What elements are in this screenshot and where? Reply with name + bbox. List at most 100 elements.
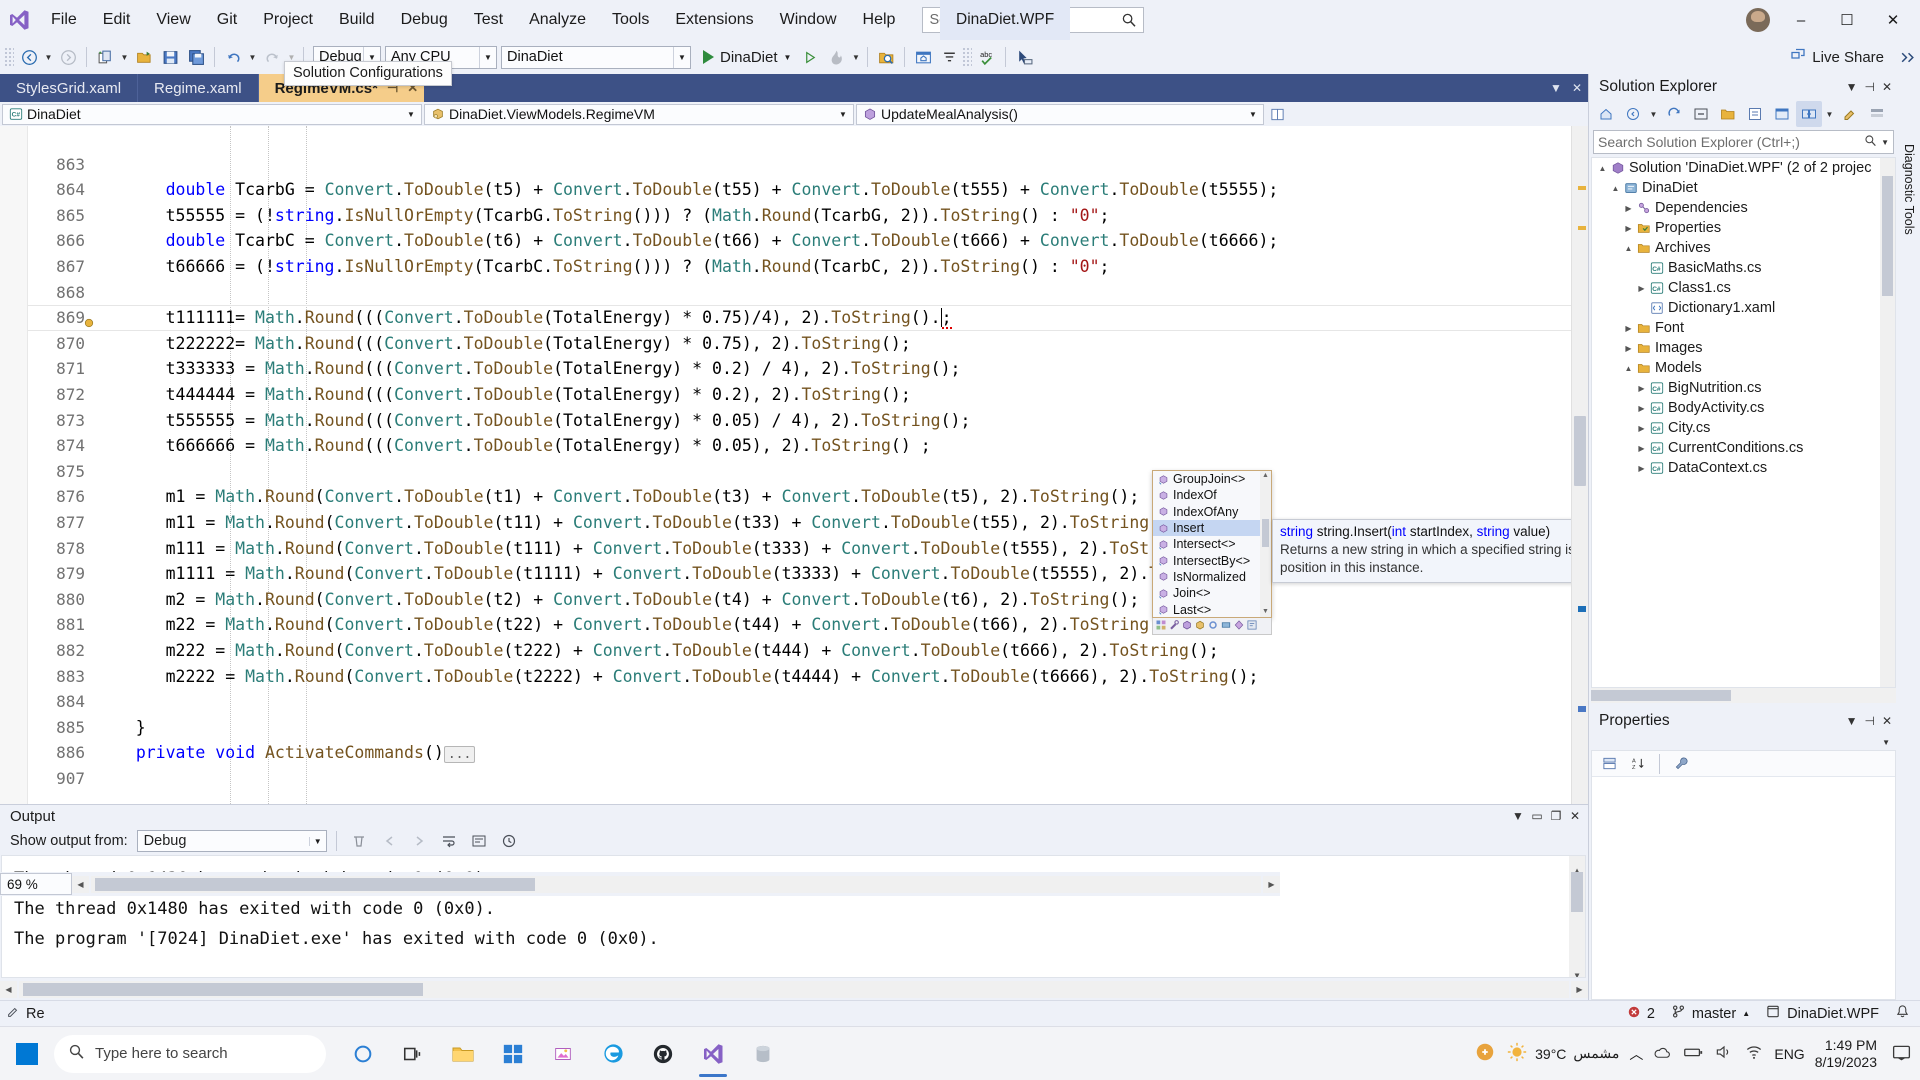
field-filter-icon[interactable]: [1220, 618, 1232, 635]
startup-project-dropdown-icon[interactable]: ▼: [673, 46, 690, 68]
code-line[interactable]: 866 double TcarbC = Convert.ToDouble(t6)…: [0, 228, 1571, 254]
show-output-from-combo[interactable]: Debug ▼: [136, 830, 327, 852]
expand-expander-icon[interactable]: ▶: [1635, 464, 1648, 473]
properties-grid[interactable]: AZ: [1591, 750, 1896, 1000]
code-line[interactable]: [0, 126, 1571, 152]
output-horizontal-scrollbar[interactable]: [19, 980, 1569, 998]
microsoft-store-icon[interactable]: [490, 1030, 536, 1078]
visual-studio-icon[interactable]: [690, 1030, 736, 1078]
save-all-icon[interactable]: [183, 44, 209, 70]
expand-expander-icon[interactable]: ▶: [1635, 284, 1648, 293]
code-line[interactable]: 881 m22 = Math.Round(Convert.ToDouble(t2…: [0, 612, 1571, 638]
property-filter-icon[interactable]: [1168, 618, 1180, 635]
code-line[interactable]: 884: [0, 689, 1571, 715]
menu-git[interactable]: Git: [204, 0, 250, 40]
collapse-all-icon[interactable]: [1688, 101, 1714, 127]
expand-expander-icon[interactable]: ▶: [1635, 444, 1648, 453]
code-line[interactable]: 883 m2222 = Math.Round(Convert.ToDouble(…: [0, 664, 1571, 690]
menu-test[interactable]: Test: [461, 0, 516, 40]
menu-view[interactable]: View: [143, 0, 203, 40]
tree-item[interactable]: ▶ Font: [1592, 318, 1895, 338]
window-minimize-button[interactable]: –: [1778, 0, 1824, 40]
code-line[interactable]: 863: [0, 152, 1571, 178]
prop-pin-icon[interactable]: ⊣: [1864, 714, 1874, 728]
intellisense-item[interactable]: Join<>: [1153, 585, 1271, 601]
menu-window[interactable]: Window: [767, 0, 850, 40]
window-layout-icon[interactable]: [910, 44, 936, 70]
tab-regime-xaml[interactable]: Regime.xaml: [138, 74, 259, 102]
redo-icon[interactable]: [259, 44, 285, 70]
output-dropdown-icon[interactable]: ▼: [1509, 809, 1527, 823]
se-dropdown-icon[interactable]: ▼: [1846, 80, 1858, 94]
vertical-tab-diagnostic-tools[interactable]: Diagnostic Tools: [1901, 138, 1917, 241]
menu-tools[interactable]: Tools: [599, 0, 662, 40]
sql-server-icon[interactable]: [740, 1030, 786, 1078]
show-all-files-icon[interactable]: [1715, 101, 1741, 127]
status-branch[interactable]: master ▲: [1671, 1004, 1750, 1023]
startup-project-combo[interactable]: DinaDiet ▼: [501, 45, 691, 69]
refresh-icon[interactable]: [1661, 101, 1687, 127]
properties-wrench-icon[interactable]: [1668, 751, 1694, 777]
code-line[interactable]: 880 m2 = Math.Round(Convert.ToDouble(t2)…: [0, 587, 1571, 613]
navbar-project-selector[interactable]: C# DinaDiet ▼: [2, 103, 422, 125]
code-line[interactable]: 873 t555555 = Math.Round(((Convert.ToDou…: [0, 408, 1571, 434]
tree-item[interactable]: ▲ DinaDiet: [1592, 178, 1895, 198]
back-forward-dropdown[interactable]: ▼: [1647, 101, 1660, 127]
expand-expander-icon[interactable]: ▶: [1622, 324, 1635, 333]
tree-item[interactable]: ▶ C# BigNutrition.cs: [1592, 378, 1895, 398]
menu-project[interactable]: Project: [250, 0, 326, 40]
volume-icon[interactable]: [1714, 1042, 1734, 1065]
intellisense-scrollbar[interactable]: ▲ ▼: [1260, 471, 1271, 617]
code-line[interactable]: 876 m1 = Math.Round(Convert.ToDouble(t1)…: [0, 484, 1571, 510]
code-line[interactable]: 867 t66666 = (!string.IsNullOrEmpty(Tcar…: [0, 254, 1571, 280]
output-scroll-up-icon[interactable]: ▲: [1569, 856, 1585, 875]
output-hscroll-right-icon[interactable]: ▶: [1571, 980, 1588, 998]
code-line[interactable]: 885 }: [0, 715, 1571, 741]
status-notifications[interactable]: [1895, 1004, 1910, 1023]
go-to-previous-icon[interactable]: [376, 828, 402, 854]
code-line[interactable]: 869 t111111= Math.Round(((Convert.ToDoub…: [0, 305, 1571, 331]
select-element-icon[interactable]: [1011, 44, 1037, 70]
intellisense-item[interactable]: IndexOf: [1153, 487, 1271, 503]
folder-search-icon[interactable]: [873, 44, 899, 70]
expander-icon[interactable]: ▲: [1596, 164, 1609, 173]
menu-debug[interactable]: Debug: [388, 0, 461, 40]
navbar-project-dropdown-icon[interactable]: ▼: [403, 110, 419, 119]
code-line[interactable]: 865 t55555 = (!string.IsNullOrEmpty(Tcar…: [0, 203, 1571, 229]
collapse-expander-icon[interactable]: ▲: [1622, 244, 1635, 253]
collapse-expander-icon[interactable]: ▲: [1609, 184, 1622, 193]
preview-selected-items-icon[interactable]: [1769, 101, 1795, 127]
menu-extensions[interactable]: Extensions: [662, 0, 766, 40]
all-filter-icon[interactable]: [1155, 618, 1167, 635]
output-scroll-thumb[interactable]: [1571, 872, 1583, 912]
sync-dropdown[interactable]: ▼: [1823, 101, 1836, 127]
se-pin-icon[interactable]: ⊣: [1864, 80, 1874, 94]
show-output-icon[interactable]: [466, 828, 492, 854]
tree-item[interactable]: ▶ C# BodyActivity.cs: [1592, 398, 1895, 418]
tree-item[interactable]: Dictionary1.xaml: [1592, 298, 1895, 318]
start-without-debugging-icon[interactable]: [797, 44, 823, 70]
bookmark-icon[interactable]: [83, 311, 95, 328]
live-share-button[interactable]: Live Share: [1780, 44, 1894, 70]
output-hscroll-thumb[interactable]: [23, 982, 423, 996]
taskbar-clock[interactable]: 1:49 PM 8/19/2023: [1815, 1037, 1881, 1071]
se-overflow-icon[interactable]: [1864, 101, 1890, 127]
menu-analyze[interactable]: Analyze: [516, 0, 599, 40]
navbar-member-selector[interactable]: UpdateMealAnalysis() ▼: [856, 103, 1264, 125]
editor-scroll-thumb[interactable]: [1574, 416, 1586, 486]
solution-explorer-tree[interactable]: ▲ Solution 'DinaDiet.WPF' (2 of 2 projec…: [1591, 157, 1896, 688]
new-project-dropdown[interactable]: ▼: [118, 44, 131, 70]
output-minimize-icon[interactable]: ▭: [1528, 809, 1546, 823]
window-maximize-button[interactable]: ☐: [1824, 0, 1870, 40]
status-repository[interactable]: DinaDiet.WPF: [1766, 1004, 1879, 1023]
branch-dropdown-icon[interactable]: ▲: [1742, 1009, 1750, 1018]
collapsed-region[interactable]: ...: [443, 746, 476, 764]
window-close-button[interactable]: ✕: [1870, 0, 1916, 40]
menu-build[interactable]: Build: [326, 0, 388, 40]
menu-edit[interactable]: Edit: [90, 0, 144, 40]
tree-item[interactable]: ▶ Images: [1592, 338, 1895, 358]
sort-icon[interactable]: [936, 44, 962, 70]
expand-expander-icon[interactable]: ▶: [1622, 344, 1635, 353]
pending-changes-icon[interactable]: [1837, 101, 1863, 127]
code-line[interactable]: 875: [0, 459, 1571, 485]
